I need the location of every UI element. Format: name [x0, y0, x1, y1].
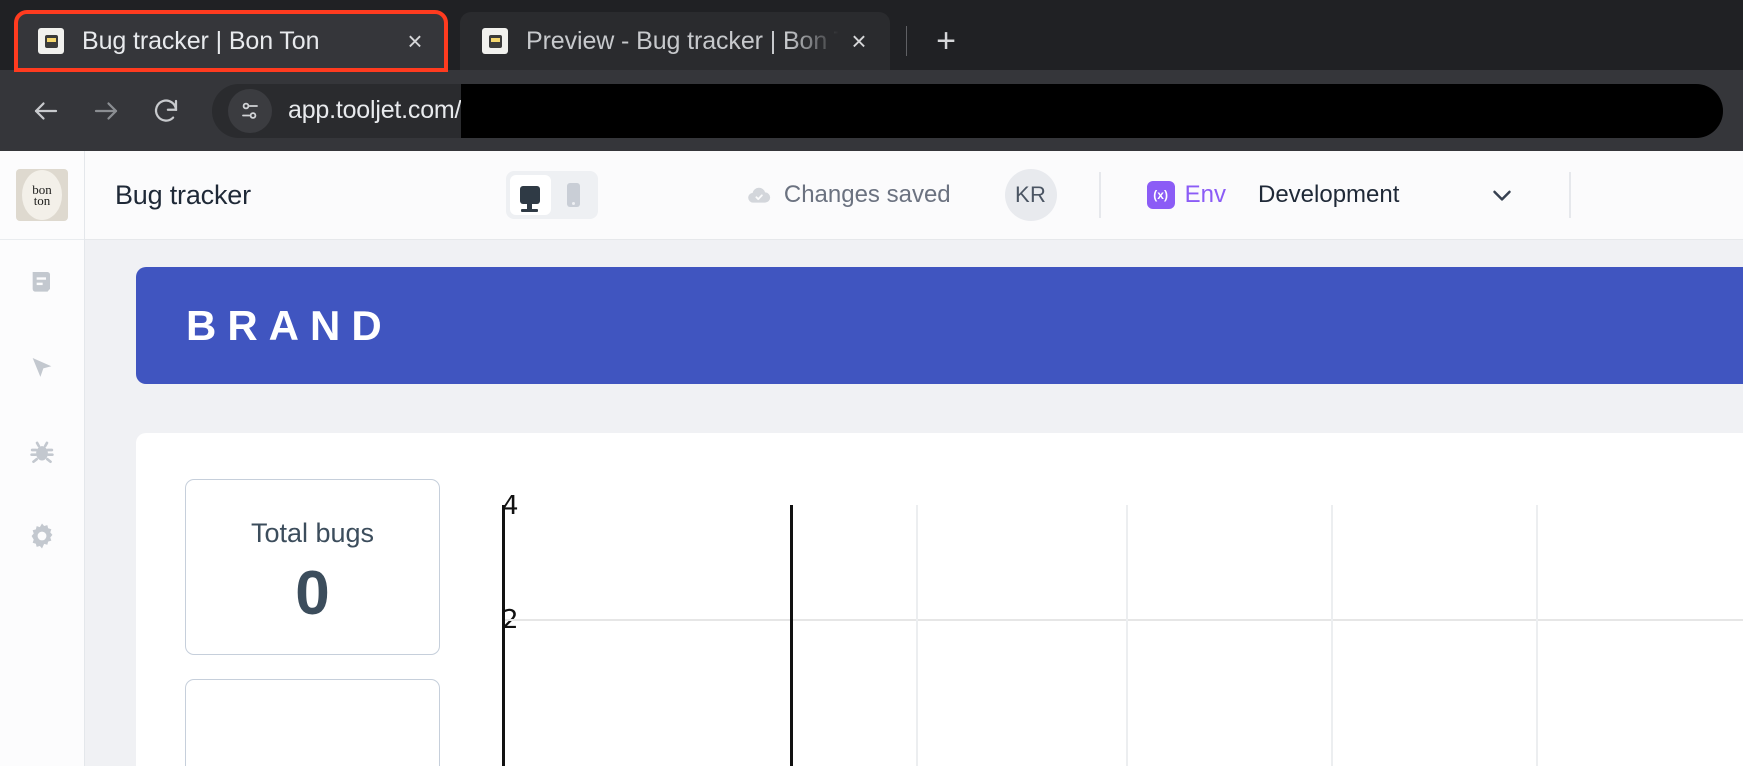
site-settings-icon[interactable]: [228, 88, 272, 133]
app-sidebar: bon ton: [0, 151, 85, 766]
app-favicon-icon: [38, 28, 64, 54]
total-bugs-value: 0: [295, 559, 330, 628]
reload-icon[interactable]: [140, 85, 192, 137]
workspace-logo-wrap[interactable]: bon ton: [0, 151, 84, 240]
save-status-text: Changes saved: [783, 181, 951, 208]
chart-gridline-vertical: [916, 505, 918, 766]
app-main: Bug tracker Changes saved KR (x) Env Dev…: [85, 151, 1743, 766]
chart-gridline-vertical: [790, 505, 793, 766]
brand-banner[interactable]: BRAND: [136, 267, 1743, 384]
browser-tab-title: Bug tracker | Bon Ton: [82, 26, 320, 55]
logo-line-2: ton: [33, 193, 51, 208]
chart-gridline-vertical: [1126, 505, 1128, 766]
app-canvas: BRAND Total bugs 0 4 2: [85, 240, 1743, 766]
browser-toolbar: app.tooljet.com/: [0, 70, 1743, 151]
env-label: Env: [1184, 181, 1226, 208]
browser-tabstrip: Bug tracker | Bon Ton × Preview - Bug tr…: [0, 0, 1743, 72]
content-panel: Total bugs 0 4 2: [136, 433, 1743, 766]
page-title: Bug tracker: [115, 179, 251, 210]
close-icon[interactable]: ×: [842, 24, 876, 58]
env-value: Development: [1258, 181, 1400, 208]
header-divider-right: [1569, 172, 1572, 218]
bugs-chart[interactable]: 4 2: [476, 433, 1743, 766]
sidebar-icon-list: [22, 240, 62, 556]
mobile-icon[interactable]: [553, 175, 594, 215]
total-bugs-label: Total bugs: [250, 518, 375, 548]
tab-divider: [906, 26, 907, 56]
chart-gridline-vertical: [1536, 505, 1538, 766]
browser-tab-active[interactable]: Bug tracker | Bon Ton ×: [14, 10, 448, 72]
env-selector[interactable]: (x) Env Development: [1146, 180, 1518, 210]
app-favicon-icon: [482, 28, 508, 54]
tooljet-app: bon ton Bug tracker Changes saved KR (x)…: [0, 151, 1743, 766]
total-bugs-card[interactable]: Total bugs 0: [185, 479, 440, 655]
address-bar-redacted-region: [461, 83, 1723, 138]
browser-tab-title: Preview - Bug tracker | Bon Ton: [526, 26, 842, 55]
sidebar-item-pages[interactable]: [22, 264, 62, 304]
status-badge: Changes saved: [746, 181, 951, 209]
browser-window: Bug tracker | Bon Ton × Preview - Bug tr…: [0, 0, 1743, 766]
chart-y-axis: [502, 505, 505, 766]
chart-gridline-vertical: [1331, 505, 1333, 766]
address-bar[interactable]: app.tooljet.com/: [212, 83, 1723, 138]
close-icon[interactable]: ×: [398, 24, 432, 58]
layout-toggle[interactable]: [505, 171, 598, 219]
header-divider: [1098, 172, 1101, 218]
secondary-stat-card[interactable]: [185, 679, 440, 766]
back-arrow-icon[interactable]: [20, 85, 72, 137]
chart-gridline-horizontal: [505, 619, 1743, 621]
sidebar-item-components[interactable]: [22, 348, 62, 388]
chevron-down-icon[interactable]: [1487, 180, 1517, 210]
sidebar-item-debugger[interactable]: [22, 432, 62, 472]
user-avatar[interactable]: KR: [1004, 169, 1057, 221]
variable-icon: (x): [1146, 181, 1175, 209]
browser-tab-preview[interactable]: Preview - Bug tracker | Bon Ton ×: [460, 12, 890, 70]
address-bar-url: app.tooljet.com/: [288, 96, 462, 124]
app-header: Bug tracker Changes saved KR (x) Env Dev…: [85, 151, 1743, 240]
avatar: bon ton: [16, 169, 68, 221]
cloud-check-icon: [746, 182, 772, 208]
forward-arrow-icon[interactable]: [80, 85, 132, 137]
brand-banner-text: BRAND: [186, 301, 393, 349]
desktop-icon[interactable]: [509, 175, 551, 215]
sidebar-item-settings[interactable]: [22, 516, 62, 556]
new-tab-button[interactable]: +: [923, 18, 969, 64]
